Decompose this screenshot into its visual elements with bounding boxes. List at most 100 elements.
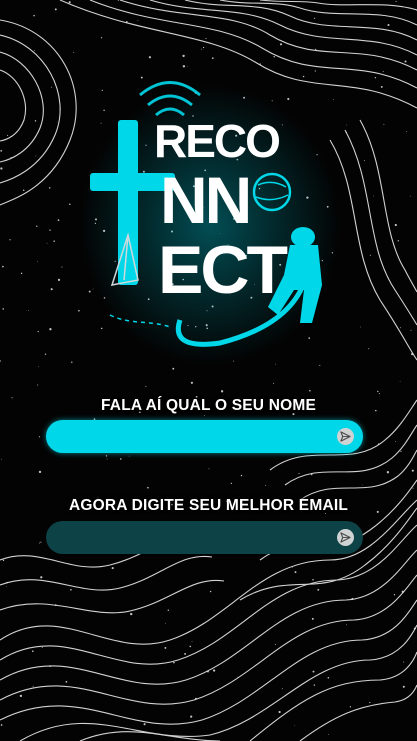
star-dot <box>281 688 283 690</box>
star-dot <box>400 327 402 329</box>
star-dot <box>230 482 233 485</box>
star-dot <box>364 160 365 162</box>
star-dot <box>137 20 139 21</box>
star-dot <box>359 326 361 328</box>
star-dot <box>328 734 329 735</box>
star-dot <box>167 609 169 611</box>
star-dot <box>172 367 175 370</box>
star-dot <box>54 8 57 11</box>
star-dot <box>411 469 414 472</box>
star-dot <box>0 360 1 362</box>
name-send-button[interactable] <box>337 428 354 445</box>
star-dot <box>39 542 41 544</box>
star-dot <box>265 484 267 486</box>
star-dot <box>386 471 390 474</box>
star-dot <box>128 455 130 457</box>
star-dot <box>349 706 352 708</box>
star-dot <box>48 187 51 189</box>
star-dot <box>36 260 38 262</box>
star-dot <box>361 484 363 486</box>
star-dot <box>212 669 216 672</box>
star-dot <box>65 681 68 683</box>
star-dot <box>220 390 224 393</box>
star-dot <box>393 594 396 596</box>
star-dot <box>19 694 23 698</box>
star-dot <box>374 77 377 79</box>
star-dot <box>273 382 275 384</box>
star-dot <box>205 38 207 40</box>
brand-text-line-1: RECO <box>154 115 279 167</box>
star-dot <box>373 195 375 197</box>
star-dot <box>164 622 166 624</box>
star-dot <box>387 23 390 27</box>
star-dot <box>369 254 371 256</box>
star-dot <box>32 685 34 687</box>
star-dot <box>377 390 379 393</box>
star-dot <box>405 131 407 133</box>
star-dot <box>279 43 283 46</box>
star-dot <box>313 17 316 19</box>
star-dot <box>37 384 39 386</box>
star-dot <box>145 385 147 387</box>
star-dot <box>46 242 48 244</box>
star-dot <box>173 661 175 664</box>
star-dot <box>69 203 71 205</box>
star-dot <box>106 458 108 460</box>
brand-text-line-2: NN <box>160 163 249 237</box>
brand-text-line-3: ECT <box>158 232 287 308</box>
star-dot <box>9 239 11 241</box>
star-dot <box>31 650 34 653</box>
star-dot <box>273 55 275 58</box>
star-dot <box>61 266 63 268</box>
star-dot <box>50 288 53 291</box>
star-dot <box>189 645 192 648</box>
star-dot <box>57 278 61 282</box>
star-dot <box>204 415 205 416</box>
star-dot <box>208 468 210 470</box>
star-dot <box>402 685 405 688</box>
star-dot <box>294 725 295 726</box>
star-dot <box>71 361 73 363</box>
star-dot <box>53 240 55 242</box>
send-icon <box>340 532 351 543</box>
star-dot <box>345 124 347 126</box>
star-dot <box>209 590 212 593</box>
star-dot <box>319 364 321 366</box>
star-dot <box>403 661 405 663</box>
star-dot <box>400 450 402 452</box>
star-dot <box>399 380 401 382</box>
star-dot <box>182 54 185 58</box>
email-prompt-label: AGORA DIGITE SEU MELHOR EMAIL <box>68 497 349 514</box>
star-dot <box>41 647 43 648</box>
email-input[interactable] <box>60 521 334 556</box>
star-dot <box>190 715 193 718</box>
star-dot <box>0 150 3 152</box>
star-dot <box>311 617 314 620</box>
star-dot <box>20 272 23 275</box>
star-dot <box>143 723 146 726</box>
star-dot <box>22 189 25 192</box>
name-input[interactable] <box>60 420 334 455</box>
star-dot <box>38 366 39 367</box>
star-dot <box>148 56 151 59</box>
star-dot <box>105 455 108 457</box>
star-dot <box>70 588 72 591</box>
star-dot <box>2 559 5 562</box>
star-dot <box>164 646 167 649</box>
star-dot <box>345 624 347 626</box>
star-dot <box>0 167 3 170</box>
star-dot <box>327 677 330 679</box>
star-dot <box>38 436 41 438</box>
star-dot <box>2 265 4 268</box>
star-dot <box>68 1 71 4</box>
star-dot <box>409 195 411 197</box>
star-dot <box>382 71 384 73</box>
star-dot <box>274 643 276 645</box>
star-dot <box>5 586 7 587</box>
star-dot <box>312 579 314 581</box>
star-dot <box>313 684 316 686</box>
star-dot <box>317 588 320 591</box>
email-send-button[interactable] <box>337 529 354 546</box>
star-dot <box>202 46 205 49</box>
star-dot <box>38 470 42 474</box>
